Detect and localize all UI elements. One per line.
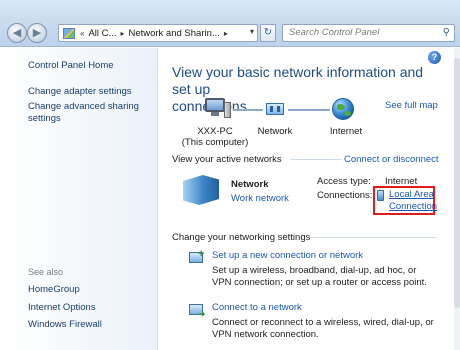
refresh-icon[interactable]: ↻ <box>260 24 276 42</box>
breadcrumb-all-control-panel[interactable]: All C... <box>88 28 116 39</box>
control-panel-home-link[interactable]: Control Panel Home <box>28 60 114 72</box>
setup-new-connection-desc: Set up a wireless, broadband, dial-up, a… <box>212 265 427 288</box>
local-area-connection-link-line2[interactable]: Connection <box>389 201 437 212</box>
local-area-connection-highlight[interactable]: Local Area Connection <box>373 186 437 215</box>
recent-pages-icon[interactable]: « <box>80 29 84 38</box>
scrollbar-thumb[interactable] <box>454 58 460 308</box>
connect-to-network-link[interactable]: Connect to a network <box>212 302 302 313</box>
connect-network-icon[interactable]: ➜ <box>189 302 207 319</box>
see-full-map-link[interactable]: See full map <box>385 100 438 111</box>
search-input[interactable]: Search Control Panel ⚲ <box>282 24 455 42</box>
chevron-down-icon[interactable]: ▾ <box>250 27 254 36</box>
search-icon[interactable]: ⚲ <box>443 25 450 41</box>
connect-to-network-desc: Connect or reconnect to a wireless, wire… <box>212 317 434 340</box>
connections-label: Connections: <box>317 190 373 201</box>
internet-map-label: Internet <box>329 126 363 137</box>
map-connection-line <box>233 109 263 111</box>
address-bar[interactable]: « All C... ▸ Network and Sharin... ▸ ▾ <box>58 24 258 42</box>
forward-arrow-icon[interactable]: ▶ <box>27 23 47 43</box>
windows-firewall-link[interactable]: Windows Firewall <box>28 319 102 331</box>
search-placeholder: Search Control Panel <box>289 27 380 38</box>
active-network-name: Network <box>231 179 269 190</box>
network-icon[interactable] <box>264 100 286 118</box>
page-title-line1: View your basic network information and … <box>172 64 424 97</box>
globe-icon[interactable] <box>332 98 354 120</box>
help-icon[interactable]: ? <box>428 51 441 64</box>
network-bench-icon[interactable] <box>183 175 221 209</box>
see-also-label: See also <box>28 267 64 277</box>
change-advanced-sharing-link[interactable]: Change advanced sharing <box>28 101 139 113</box>
section-divider <box>291 159 341 160</box>
change-adapter-settings-link[interactable]: Change adapter settings <box>28 86 132 98</box>
vertical-scrollbar[interactable] <box>454 48 460 350</box>
computer-sub-label: (This computer) <box>181 137 249 148</box>
breadcrumb-network-sharing[interactable]: Network and Sharin... <box>128 28 219 39</box>
map-connection-line <box>288 109 330 111</box>
address-toolbar: ◀ ▶ « All C... ▸ Network and Sharin... ▸… <box>0 0 460 47</box>
homegroup-link[interactable]: HomeGroup <box>28 284 80 296</box>
new-connection-icon[interactable]: + <box>189 249 207 266</box>
setup-new-connection-link[interactable]: Set up a new connection or network <box>212 250 363 261</box>
ethernet-icon <box>377 190 384 201</box>
computer-name-label: XXX-PC <box>197 126 233 137</box>
back-arrow-icon[interactable]: ◀ <box>7 23 27 43</box>
local-area-connection-link[interactable]: Local Area <box>389 189 434 200</box>
change-advanced-sharing-link-line2[interactable]: settings <box>28 113 61 125</box>
section-divider <box>310 237 437 238</box>
chevron-right-icon[interactable]: ▸ <box>120 29 124 38</box>
control-panel-icon <box>63 27 75 39</box>
network-map-label: Network <box>257 126 293 137</box>
work-network-link[interactable]: Work network <box>231 193 289 204</box>
chevron-right-icon[interactable]: ▸ <box>224 29 228 38</box>
left-navigation-pane: Control Panel Home Change adapter settin… <box>0 48 158 350</box>
access-type-label: Access type: <box>317 176 371 187</box>
connect-disconnect-link[interactable]: Connect or disconnect <box>344 154 439 165</box>
active-networks-title: View your active networks <box>172 154 282 165</box>
computer-icon <box>205 98 231 120</box>
change-settings-title: Change your networking settings <box>172 232 311 243</box>
internet-options-link[interactable]: Internet Options <box>28 302 96 314</box>
main-content: ? View your basic network information an… <box>159 48 460 350</box>
